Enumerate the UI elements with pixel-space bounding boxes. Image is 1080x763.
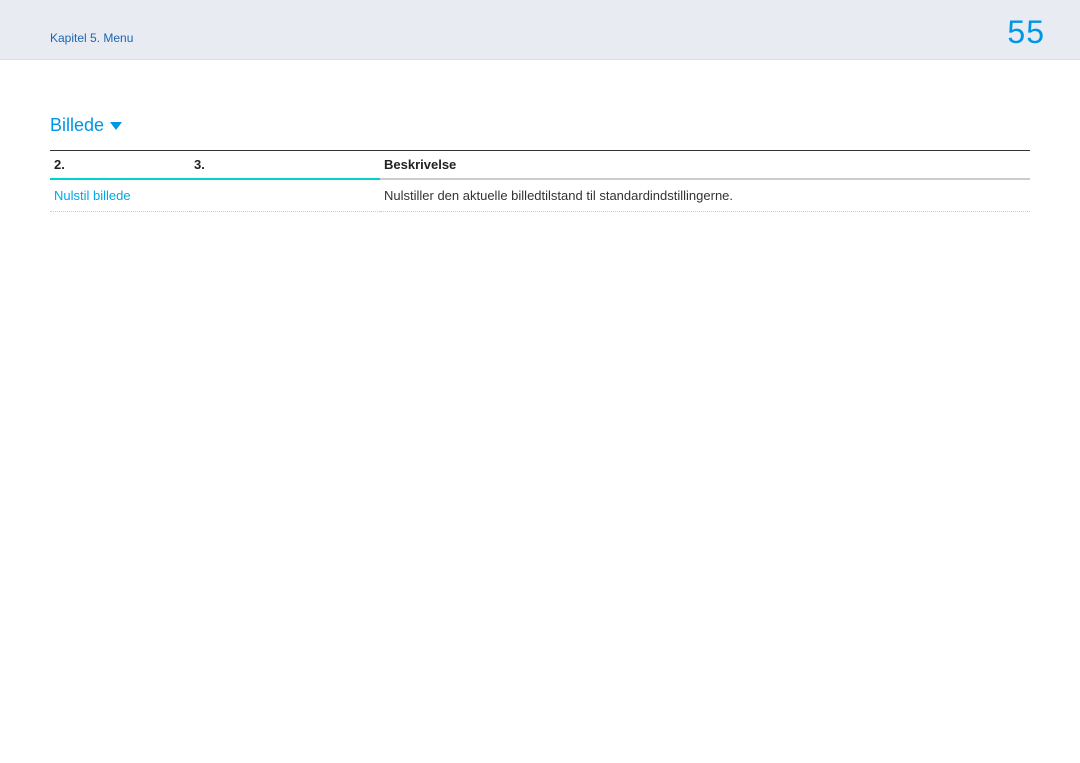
header-col2: 2. <box>50 151 190 180</box>
cell-description: Nulstiller den aktuelle billedtilstand t… <box>380 179 1030 212</box>
chevron-down-icon <box>110 122 122 130</box>
content: Billede 2. 3. Beskrivelse Nulstil billed… <box>0 60 1080 212</box>
header-description: Beskrivelse <box>380 151 1030 180</box>
section-title-text: Billede <box>50 115 104 136</box>
page-number: 55 <box>1007 14 1045 51</box>
section-title: Billede <box>50 115 1030 136</box>
header-col3: 3. <box>190 151 380 180</box>
table-header-row: 2. 3. Beskrivelse <box>50 151 1030 180</box>
top-bar: Kapitel 5. Menu 55 <box>0 0 1080 60</box>
menu-table: 2. 3. Beskrivelse Nulstil billede Nulsti… <box>50 150 1030 212</box>
menu-item-name: Nulstil billede <box>50 179 190 212</box>
table-row: Nulstil billede Nulstiller den aktuelle … <box>50 179 1030 212</box>
cell-col3 <box>190 179 380 212</box>
breadcrumb: Kapitel 5. Menu <box>50 31 133 45</box>
